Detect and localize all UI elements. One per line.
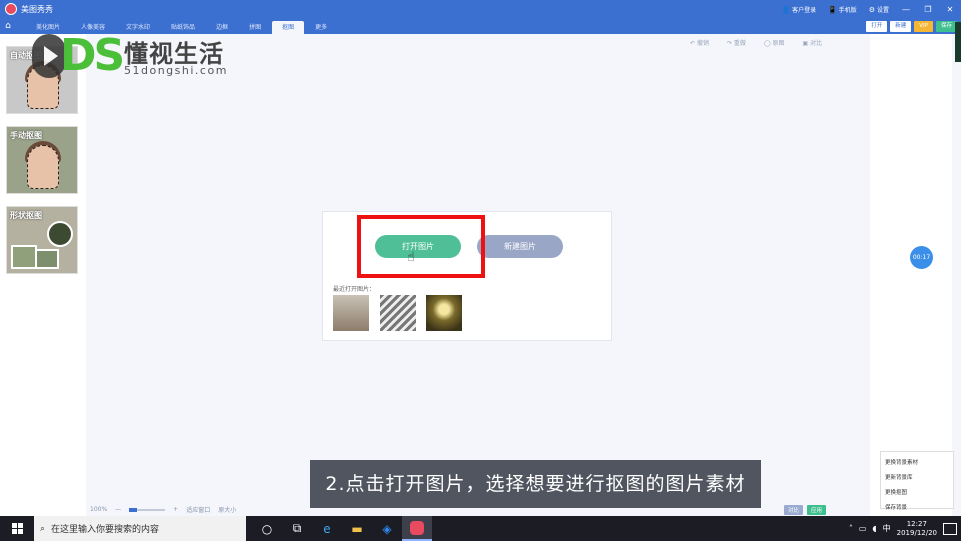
edge-browser-icon[interactable]: e (312, 516, 342, 541)
video-subtitle: 2.点击打开图片，选择想要进行抠图的图片素材 (310, 460, 761, 508)
fit-window-button[interactable]: 适应窗口 (186, 505, 210, 514)
rect-shape-thumbnail (11, 245, 37, 269)
meitu-taskbar-icon[interactable] (402, 516, 432, 541)
edit-toolbar: ↶ 撤销 ↷ 重做 ◯ 原图 ▣ 对比 (690, 38, 822, 47)
clock-date: 2019/12/20 (896, 528, 937, 537)
start-button[interactable] (0, 516, 34, 541)
side-strip (955, 22, 961, 62)
manual-cutout-label: 手动抠图 (10, 131, 42, 140)
recent-image-thumbnail[interactable] (426, 295, 462, 331)
zoom-bar: 100% — + 适应窗口 原大小 (90, 505, 236, 514)
notification-icon[interactable] (943, 522, 957, 535)
close-button[interactable]: ✕ (945, 5, 955, 14)
compare-controls: 对比 应用 (784, 505, 827, 515)
watermark-logo: DS 懂视生活 51dongshi.com (30, 30, 250, 82)
undo-button[interactable]: ↶ 撤销 (690, 38, 709, 47)
volume-icon[interactable]: ◖ (872, 524, 876, 533)
popup-item[interactable]: 保存背景 (885, 503, 949, 511)
maximize-button[interactable]: ❐ (923, 5, 933, 14)
apply-button[interactable]: 应用 (807, 505, 827, 515)
shape-cutout-card[interactable]: 形状抠图 (6, 206, 78, 274)
recent-label: 最近打开图片： (333, 286, 376, 293)
compare-button[interactable]: ▣ 对比 (803, 38, 823, 47)
timer-badge: 00:17 (910, 246, 933, 269)
cutout-sidebar: 自动抠图 手动抠图 形状抠图 (0, 34, 86, 516)
popup-item[interactable]: 更新背景库 (885, 473, 949, 481)
save-button[interactable]: 保存 (935, 20, 957, 32)
system-tray: ˄ ▭ ◖ 中 12:27 2019/12/20 (849, 520, 961, 538)
recent-image-thumbnail[interactable] (380, 295, 416, 331)
watermark-brand: DS (60, 30, 125, 81)
login-link[interactable]: 👤 客户登录 (781, 5, 816, 14)
security-shield-icon[interactable]: ◈ (372, 516, 402, 541)
cortana-icon[interactable]: ○ (252, 516, 282, 541)
taskbar-clock[interactable]: 12:27 2019/12/20 (897, 520, 937, 538)
zoom-out-icon[interactable]: — (115, 506, 121, 513)
compare-toggle[interactable]: 对比 (784, 505, 804, 515)
app-title: 美图秀秀 (21, 4, 53, 14)
mobile-link[interactable]: 📱 手机版 (828, 5, 857, 14)
windows-icon (11, 523, 23, 534)
hand-cursor-icon: ☝ (407, 250, 415, 265)
popup-item[interactable]: 更换背景素材 (885, 458, 949, 466)
home-icon[interactable]: ⌂ (0, 18, 16, 34)
file-explorer-icon[interactable]: ▬ (342, 516, 372, 541)
highlight-box (357, 215, 485, 278)
minimize-button[interactable]: — (901, 5, 911, 14)
new-image-button[interactable]: 新建图片 (477, 235, 563, 258)
zoom-slider[interactable] (129, 507, 166, 512)
gear-icon: ⚙ (868, 5, 876, 14)
redo-button[interactable]: ↷ 重做 (727, 38, 746, 47)
shape-cutout-label: 形状抠图 (10, 211, 42, 220)
tab-more[interactable]: 更多 (305, 21, 337, 34)
clock-time: 12:27 (906, 519, 927, 528)
open-image-dialog: 打开图片 新建图片 ☝ 最近打开图片： (322, 211, 612, 341)
title-bar: 美图秀秀 👤 客户登录 📱 手机版 ⚙ 设置 — ❐ ✕ (0, 0, 961, 18)
recent-image-thumbnail[interactable] (333, 295, 369, 331)
zoom-in-icon[interactable]: + (173, 506, 178, 513)
search-icon: ⌕ (40, 523, 46, 534)
actual-size-button[interactable]: 原大小 (218, 505, 236, 514)
ime-indicator[interactable]: 中 (883, 523, 891, 534)
rect-shape-thumbnail (35, 249, 59, 269)
popup-item[interactable]: 更换抠图 (885, 488, 949, 496)
windows-taskbar: ⌕ 在这里输入你要搜索的内容 ○ ⧉ e ▬ ◈ ˄ ▭ ◖ 中 12:27 2… (0, 516, 961, 541)
phone-icon: 📱 (828, 5, 837, 14)
open-action-button[interactable]: 打开 (866, 20, 888, 32)
network-icon[interactable]: ▭ (859, 524, 867, 533)
vip-button[interactable]: VIP (914, 20, 933, 32)
chevron-up-icon[interactable]: ˄ (849, 524, 853, 533)
taskbar-search[interactable]: ⌕ 在这里输入你要搜索的内容 (34, 516, 246, 541)
background-popup: 更换背景素材 更新背景库 更换抠图 保存背景 (880, 451, 954, 511)
search-placeholder: 在这里输入你要搜索的内容 (51, 525, 160, 535)
person-icon: 👤 (781, 5, 791, 14)
manual-cutout-card[interactable]: 手动抠图 (6, 126, 78, 194)
new-action-button[interactable]: 新建 (890, 20, 912, 32)
settings-link[interactable]: ⚙ 设置 (869, 5, 889, 14)
tab-cutout[interactable]: 抠图 (272, 21, 305, 34)
watermark-url: 51dongshi.com (124, 64, 228, 77)
portrait-thumbnail (27, 145, 59, 189)
original-button[interactable]: ◯ 原图 (764, 38, 785, 47)
meitu-logo-icon (5, 3, 17, 15)
right-panel (870, 34, 952, 516)
task-view-icon[interactable]: ⧉ (282, 516, 312, 541)
circle-shape-thumbnail (47, 221, 73, 247)
zoom-value: 100% (90, 506, 108, 513)
